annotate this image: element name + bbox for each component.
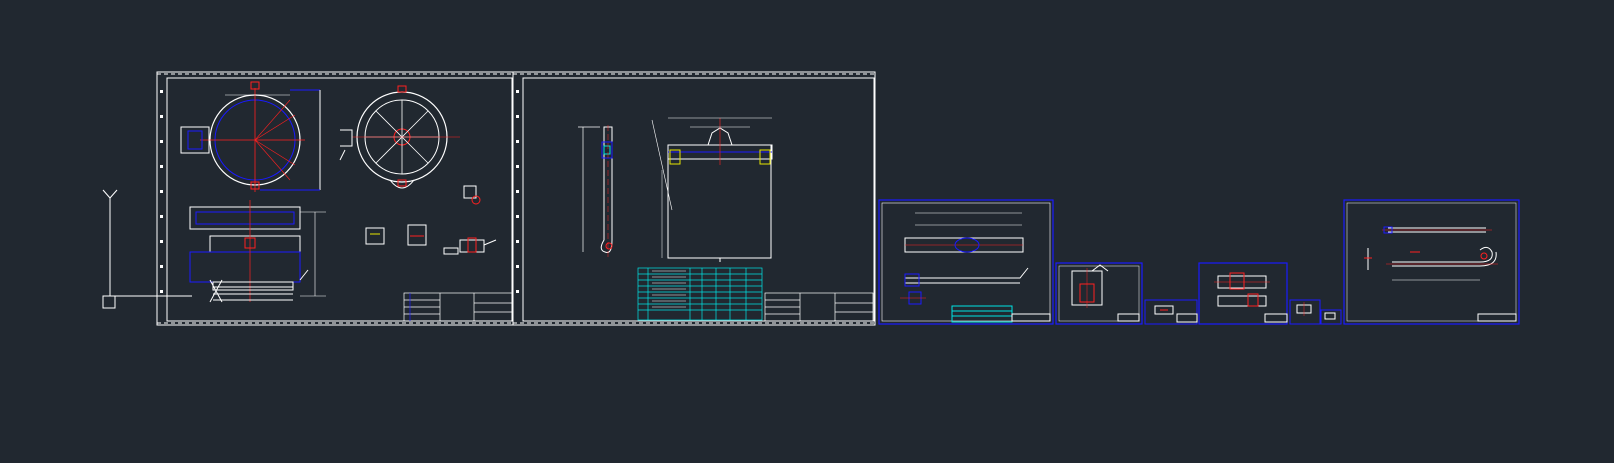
section-elevation (189, 200, 326, 303)
drawing-canvas[interactable] (0, 0, 1614, 459)
sheet-3-rail-detail[interactable] (878, 199, 1054, 325)
ucs-icon (102, 189, 192, 309)
title-block-1 (403, 292, 513, 322)
wheel-plan-view (339, 85, 460, 189)
detail-parts-1 (365, 185, 497, 255)
bill-of-materials-table (637, 267, 763, 321)
sheet-8-pin[interactable] (1320, 309, 1342, 325)
sheet-9-long-rod[interactable] (1343, 199, 1520, 325)
sheet-4-bracket[interactable] (1055, 262, 1143, 325)
sheet-7-part[interactable] (1289, 299, 1321, 325)
hook-side-view (578, 125, 613, 260)
sheet-5-part[interactable] (1144, 299, 1198, 325)
cad-model-space[interactable] (0, 0, 1614, 459)
bom-table-fill (652, 270, 686, 308)
sheet-6-clamp[interactable] (1198, 262, 1288, 325)
hook-frame-front-view (651, 117, 773, 262)
title-block-2 (764, 292, 874, 322)
sheet-2-hook-frame[interactable] (512, 71, 876, 326)
sheet-1-housing-plan[interactable] (156, 71, 514, 326)
ring-plan-view-1 (180, 81, 321, 192)
